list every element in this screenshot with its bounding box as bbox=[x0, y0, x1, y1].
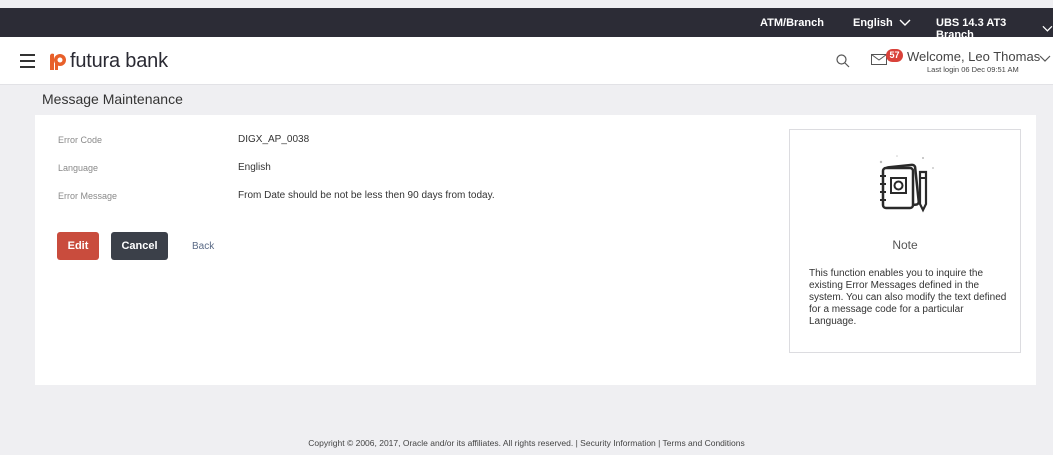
error-message-label: Error Message bbox=[58, 191, 118, 201]
chevron-down-icon[interactable] bbox=[1039, 55, 1051, 63]
app-header: futura bank 57 Welcome, Leo Thomas Last … bbox=[0, 37, 1053, 85]
error-code-value: DIGX_AP_0038 bbox=[238, 134, 310, 145]
atm-branch-link[interactable]: ATM/Branch bbox=[760, 17, 824, 29]
note-panel: Note This function enables you to inquir… bbox=[789, 129, 1021, 353]
error-message-value: From Date should be not be less then 90 … bbox=[238, 190, 495, 201]
welcome-text[interactable]: Welcome, Leo Thomas bbox=[907, 49, 1040, 64]
language-selector[interactable]: English bbox=[853, 17, 911, 29]
notebook-pencil-icon bbox=[879, 155, 934, 213]
error-code-label: Error Code bbox=[58, 135, 103, 145]
edit-button[interactable]: Edit bbox=[57, 232, 99, 260]
language-field-value: English bbox=[238, 162, 271, 173]
language-label: English bbox=[853, 17, 893, 29]
language-field-label: Language bbox=[58, 163, 99, 173]
content-card: Error Code DIGX_AP_0038 Language English… bbox=[35, 115, 1036, 385]
mail-icon[interactable] bbox=[871, 54, 887, 65]
search-icon[interactable] bbox=[836, 54, 850, 68]
note-title: Note bbox=[892, 238, 918, 252]
back-link[interactable]: Back bbox=[192, 241, 214, 252]
footer-copyright: Copyright © 2006, 2017, Oracle and/or it… bbox=[308, 438, 745, 448]
top-bar: ATM/Branch English UBS 14.3 AT3 Branch bbox=[0, 8, 1053, 41]
note-text: This function enables you to inquire the… bbox=[809, 268, 1007, 327]
logo-text: futura bank bbox=[70, 50, 168, 72]
page-title: Message Maintenance bbox=[42, 91, 183, 107]
notification-badge[interactable]: 57 bbox=[886, 49, 903, 62]
atm-branch-label: ATM/Branch bbox=[760, 17, 824, 29]
futura-logo-icon bbox=[50, 53, 66, 70]
last-login-text: Last login 06 Dec 09:51 AM bbox=[927, 65, 1019, 74]
chevron-down-icon bbox=[1042, 25, 1053, 32]
menu-icon[interactable] bbox=[20, 54, 35, 68]
cancel-button[interactable]: Cancel bbox=[111, 232, 168, 260]
chevron-down-icon bbox=[899, 19, 911, 26]
bank-logo[interactable]: futura bank bbox=[47, 50, 168, 73]
